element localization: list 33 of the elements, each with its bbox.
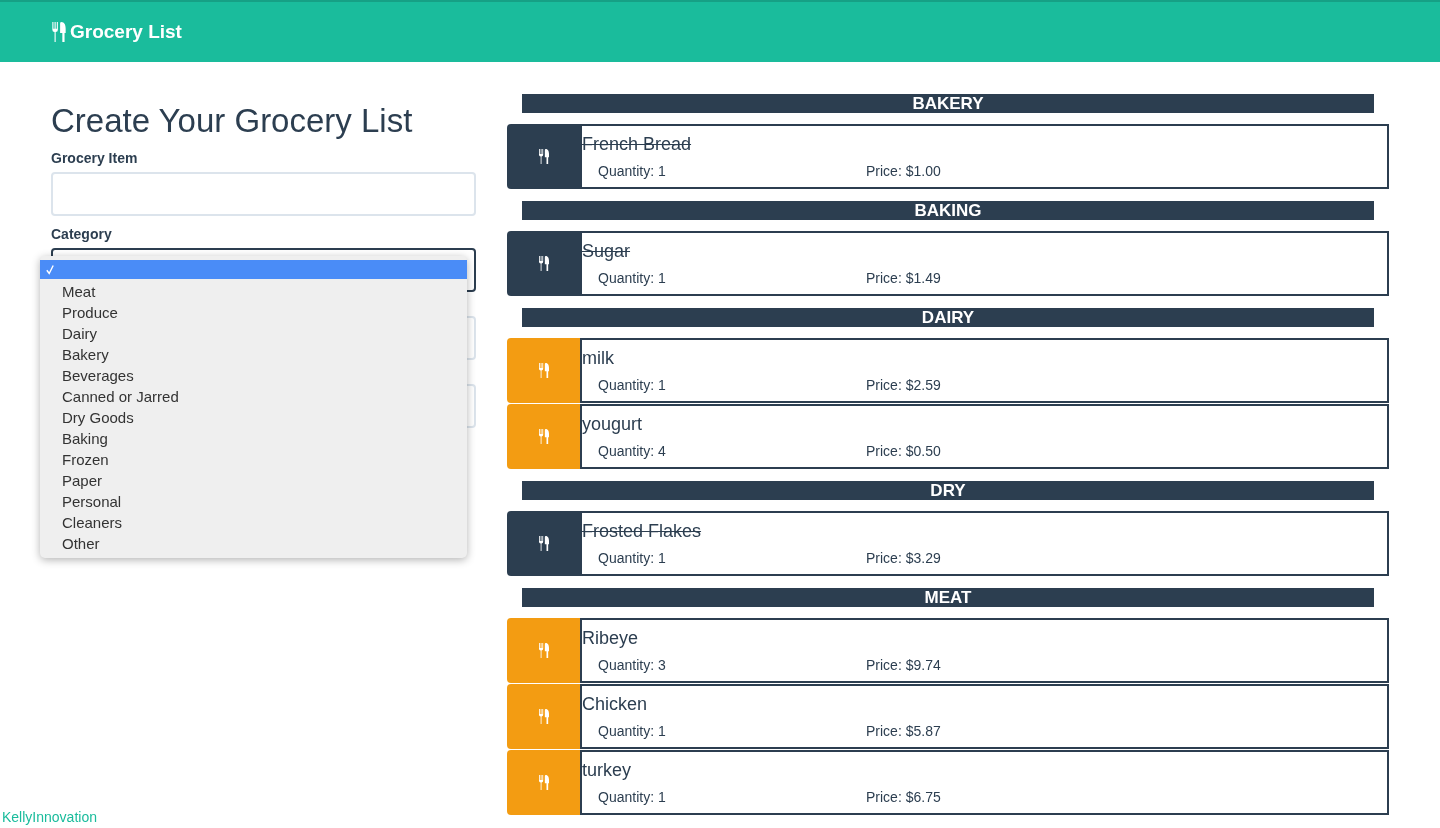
item-price: Price: $6.75 (866, 789, 941, 805)
field-label: Grocery Item (51, 150, 139, 166)
item-name: French Bread (582, 134, 692, 155)
item-price: Price: $3.29 (866, 550, 941, 566)
page-title: Create Your Grocery List (51, 102, 414, 140)
item-name: turkey (582, 760, 632, 781)
item-quantity: Quantity: 3 (598, 657, 667, 673)
item-name: Sugar (582, 241, 631, 262)
item-name: Frosted Flakes (582, 521, 702, 542)
item-quantity: Quantity: 1 (598, 550, 667, 566)
footer-credit: KellyInnovation (1, 809, 97, 827)
item-price: Price: $2.59 (866, 377, 941, 393)
category-header: BAKERY (522, 94, 1374, 113)
item-price: Price: $9.74 (866, 657, 941, 673)
category-header: MEAT (522, 588, 1374, 607)
category-header: BAKING (522, 201, 1374, 220)
item-quantity: Quantity: 1 (598, 789, 667, 805)
item-price: Price: $1.49 (866, 270, 941, 286)
field-label: Category (51, 226, 113, 242)
item-quantity: Quantity: 1 (598, 163, 667, 179)
item-price: Price: $1.00 (866, 163, 941, 179)
item-name: Ribeye (582, 628, 639, 649)
item-name: yougurt (582, 414, 643, 435)
item-quantity: Quantity: 1 (598, 723, 667, 739)
item-name: Chicken (582, 694, 648, 715)
item-quantity: Quantity: 4 (598, 443, 667, 459)
category-header: DAIRY (522, 308, 1374, 327)
item-quantity: Quantity: 1 (598, 377, 667, 393)
category-header: DRY (522, 481, 1374, 500)
item-name: milk (582, 348, 614, 369)
item-price: Price: $0.50 (866, 443, 941, 459)
item-quantity: Quantity: 1 (598, 270, 667, 286)
item-price: Price: $5.87 (866, 723, 941, 739)
